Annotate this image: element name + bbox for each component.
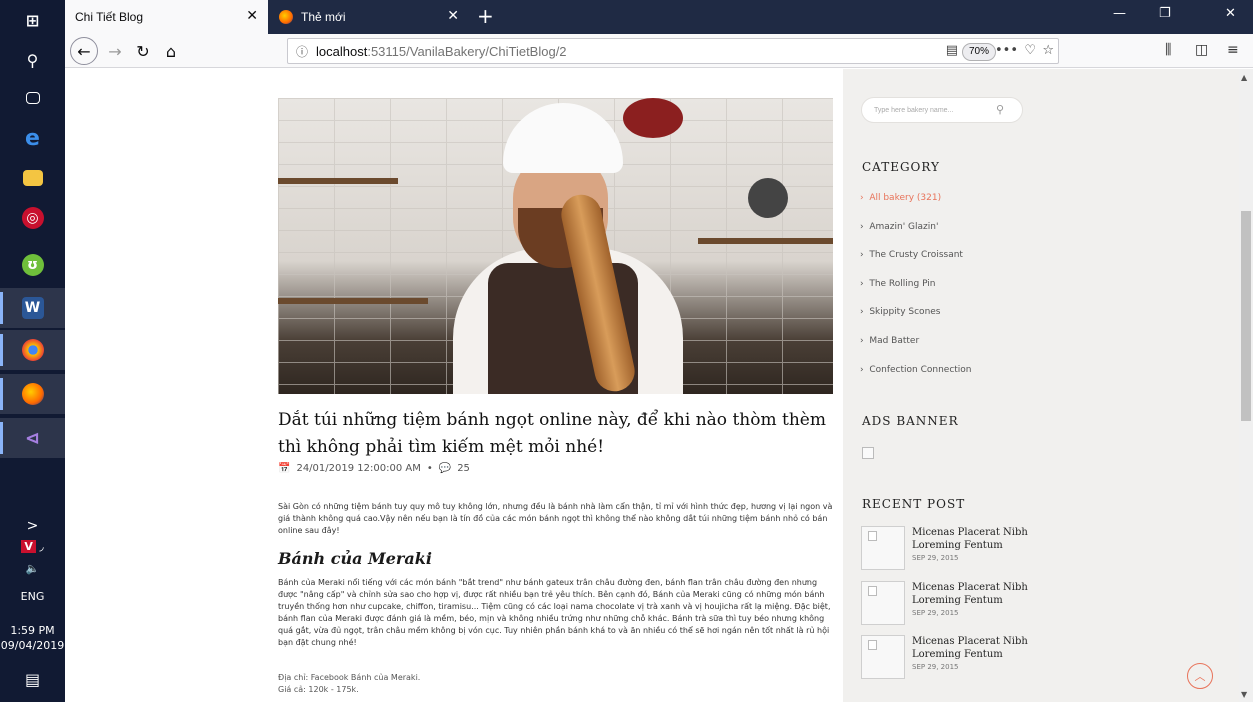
restore-icon[interactable]: ❐ — [1159, 6, 1171, 21]
comment-icon: 💬 — [438, 463, 452, 474]
back-arrow-icon[interactable]: ← — [70, 37, 98, 65]
tray-icons[interactable]: V ◞ — [0, 540, 65, 553]
ads-banner-image[interactable] — [862, 447, 874, 459]
post-date: 24/01/2019 12:00:00 AM — [296, 463, 421, 474]
search-icon[interactable]: ⚲ — [996, 103, 1004, 116]
page-actions-icon[interactable]: ••• — [995, 43, 1018, 58]
recent-post-thumbnail[interactable] — [861, 635, 905, 679]
address-bar[interactable]: ⓘ localhost:53115/VanilaBakery/ChiTietBl… — [287, 38, 1059, 64]
section-body: Bánh của Meraki nổi tiếng với các món bá… — [278, 578, 831, 647]
firefox-icon[interactable] — [0, 374, 65, 414]
category-item-amazin-glazin[interactable]: › Amazin' Glazin' — [860, 222, 938, 232]
sidebar-toggle-icon[interactable]: ◫ — [1195, 42, 1208, 58]
sidebar: Type here bakery name... ⚲ CATEGORY › Al… — [843, 69, 1239, 702]
edge-browser-icon[interactable]: e — [0, 118, 65, 158]
chrome-icon[interactable] — [0, 330, 65, 370]
reader-view-icon[interactable]: ▤ — [946, 43, 958, 58]
blog-hero-image — [278, 98, 833, 394]
visual-studio-icon[interactable]: ⊲ — [0, 418, 65, 458]
forward-arrow-icon[interactable]: → — [103, 39, 127, 63]
clock-date[interactable]: 09/04/2019 — [0, 639, 65, 652]
firefox-window: Chi Tiết Blog ✕ Thẻ mới ✕ + — ❐ ✕ ← → ↻ … — [65, 0, 1253, 702]
ads-banner-heading: ADS BANNER — [862, 414, 959, 428]
tab-new[interactable]: Thẻ mới ✕ — [269, 0, 469, 34]
recent-post-title[interactable]: Micenas Placerat Nibh Loreming Fentum — [912, 635, 1062, 661]
tab-label: Chi Tiết Blog — [75, 10, 144, 24]
firefox-favicon-icon — [279, 10, 293, 24]
calendar-icon: 📅 — [278, 463, 291, 474]
close-window-icon[interactable]: ✕ — [1225, 6, 1236, 21]
recent-post-date: SEP 29, 2015 — [912, 663, 959, 671]
zoom-level[interactable]: 70% — [961, 43, 996, 61]
notification-icon[interactable]: ▤ — [0, 670, 65, 689]
menu-hamburger-icon[interactable]: ≡ — [1227, 42, 1239, 58]
recent-post-date: SEP 29, 2015 — [912, 554, 959, 562]
language-indicator[interactable]: ENG — [0, 590, 65, 603]
bookmark-star-icon[interactable]: ☆ — [1042, 43, 1054, 58]
reload-icon[interactable]: ↻ — [131, 39, 155, 63]
scrollbar-thumb[interactable] — [1241, 211, 1251, 421]
search-placeholder: Type here bakery name... — [874, 106, 954, 114]
back-to-top-button[interactable]: ︿ — [1187, 663, 1213, 689]
page-scrollbar[interactable]: ▲ ▼ — [1239, 69, 1253, 702]
clock-time[interactable]: 1:59 PM — [0, 624, 65, 637]
category-item-skippity-scones[interactable]: › Skippity Scones — [860, 307, 941, 317]
post-price: Giá cả: 120k - 175k. — [278, 685, 359, 694]
app-green-icon[interactable]: ʊ — [0, 245, 65, 285]
comment-count: 25 — [457, 463, 470, 474]
pocket-icon[interactable]: ♡ — [1024, 43, 1036, 58]
recent-post-heading: RECENT POST — [862, 497, 966, 511]
windows-taskbar: ⊞ ⚲ e ◎ ʊ W ⊲ > V ◞ 🔈 ENG 1:59 PM 09/04/… — [0, 0, 65, 702]
category-item-crusty-croissant[interactable]: › The Crusty Croissant — [860, 250, 963, 260]
category-heading: CATEGORY — [862, 160, 940, 174]
tab-label: Thẻ mới — [301, 10, 346, 24]
meta-separator: • — [426, 463, 433, 474]
recent-post-item[interactable]: Micenas Placerat Nibh Loreming Fentum SE… — [861, 581, 1161, 627]
category-item-all-bakery[interactable]: › All bakery (321) — [860, 193, 941, 203]
show-hidden-icons-chevron[interactable]: > — [0, 518, 65, 534]
recent-post-title[interactable]: Micenas Placerat Nibh Loreming Fentum — [912, 581, 1062, 607]
recent-post-item[interactable]: Micenas Placerat Nibh Loreming Fentum SE… — [861, 526, 1161, 572]
tab-close-icon[interactable]: ✕ — [447, 8, 459, 24]
windows-start-icon[interactable]: ⊞ — [0, 0, 65, 40]
page-viewport: Dắt túi những tiệm bánh ngọt online này,… — [65, 69, 1253, 702]
recent-post-thumbnail[interactable] — [861, 581, 905, 625]
site-info-icon[interactable]: ⓘ — [296, 43, 308, 60]
search-icon[interactable]: ⚲ — [0, 40, 65, 80]
category-item-confection-connection[interactable]: › Confection Connection — [860, 365, 972, 375]
minimize-icon[interactable]: — — [1113, 6, 1126, 21]
word-icon[interactable]: W — [0, 288, 65, 328]
scroll-up-arrow-icon[interactable]: ▲ — [1241, 73, 1247, 82]
post-intro: Sài Gòn có những tiệm bánh tuy quy mô tu… — [278, 502, 833, 535]
volume-icon[interactable]: 🔈 — [0, 562, 65, 575]
post-title: Dắt túi những tiệm bánh ngọt online này,… — [278, 410, 826, 457]
recent-post-item[interactable]: Micenas Placerat Nibh Loreming Fentum SE… — [861, 635, 1161, 681]
scroll-down-arrow-icon[interactable]: ▼ — [1241, 690, 1247, 699]
tab-bar: Chi Tiết Blog ✕ Thẻ mới ✕ + — ❐ ✕ — [65, 0, 1253, 34]
app-red-icon[interactable]: ◎ — [0, 198, 65, 238]
home-icon[interactable]: ⌂ — [159, 39, 183, 63]
category-item-mad-batter[interactable]: › Mad Batter — [860, 336, 919, 346]
recent-post-thumbnail[interactable] — [861, 526, 905, 570]
bakery-search-input[interactable]: Type here bakery name... ⚲ — [861, 97, 1023, 123]
section-title: Bánh của Meraki — [278, 549, 432, 568]
navigation-toolbar: ← → ↻ ⌂ ⓘ localhost:53115/VanilaBakery/C… — [65, 34, 1253, 68]
tab-chi-tiet-blog[interactable]: Chi Tiết Blog ✕ — [65, 0, 268, 34]
url-path: :53115/VanilaBakery/ChiTietBlog/2 — [367, 43, 567, 59]
post-meta: 📅 24/01/2019 12:00:00 AM • 💬 25 — [278, 463, 470, 474]
tab-close-icon[interactable]: ✕ — [246, 8, 258, 24]
task-view-icon[interactable] — [0, 78, 65, 118]
url-host: localhost — [316, 43, 368, 59]
library-icon[interactable]: ⫼ — [1165, 42, 1171, 58]
new-tab-plus-icon[interactable]: + — [477, 4, 494, 28]
file-explorer-icon[interactable] — [0, 158, 65, 198]
post-address: Địa chỉ: Facebook Bánh của Meraki. — [278, 673, 421, 682]
recent-post-date: SEP 29, 2015 — [912, 609, 959, 617]
recent-post-title[interactable]: Micenas Placerat Nibh Loreming Fentum — [912, 526, 1062, 552]
category-item-rolling-pin[interactable]: › The Rolling Pin — [860, 279, 936, 289]
